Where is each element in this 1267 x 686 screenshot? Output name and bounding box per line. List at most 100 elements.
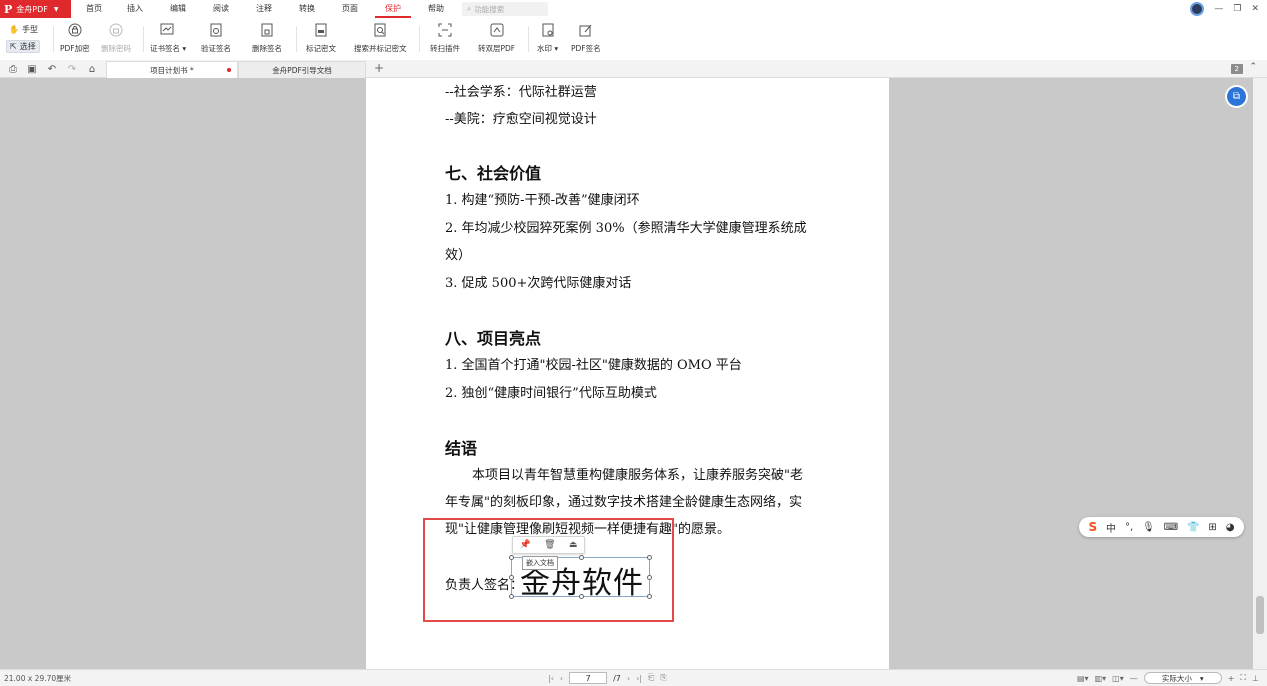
punctuation-icon[interactable]: °, <box>1125 522 1133 533</box>
resize-handle[interactable] <box>509 575 514 580</box>
menu-protect[interactable]: 保护 <box>375 0 411 18</box>
back-view-icon[interactable]: ⎗ <box>648 673 654 683</box>
pdf-page[interactable]: --社会学系：代际社群运营 --美院：疗愈空间视觉设计 七、社会价值 1. 构建… <box>366 78 889 669</box>
prev-page-icon[interactable]: ‹ <box>560 674 563 683</box>
save-icon[interactable]: ▣ <box>26 63 38 75</box>
function-search-input[interactable]: ⌕ 功能搜索 <box>462 2 548 16</box>
hand-tool-label: 手型 <box>21 25 38 34</box>
text-line: 年专属"的刻板印象，通过数字技术搭建全龄健康生态网络，实 <box>445 495 802 510</box>
menu-bar: P 金舟PDF ▼ 首页 插入 编辑 阅读 注释 转换 页面 保护 帮助 ⌕ 功… <box>0 0 1267 18</box>
resize-handle[interactable] <box>509 555 514 560</box>
watermark-button[interactable]: 水印 ▾ <box>537 22 558 54</box>
search-mark-redaction-button[interactable]: 搜索并标记密文 <box>354 22 407 54</box>
double-layer-icon <box>489 22 505 38</box>
menu-home[interactable]: 首页 <box>84 0 104 18</box>
keyboard-icon[interactable]: ⌨ <box>1164 522 1178 533</box>
app-logo-icon: P <box>4 2 13 16</box>
close-icon[interactable]: ✕ <box>1251 4 1259 14</box>
ime-mode-toggle[interactable]: 中 <box>1106 520 1116 535</box>
embed-document-icon[interactable]: ⏏ <box>569 540 578 550</box>
pdf-encrypt-button[interactable]: PDF加密 <box>60 22 90 54</box>
app-menu-button[interactable]: P 金舟PDF ▼ <box>0 0 71 18</box>
section-heading: 结语 <box>445 439 478 458</box>
forward-view-icon[interactable]: ⎘ <box>660 673 666 683</box>
pin-panel-icon[interactable]: ⊥ <box>1252 674 1259 683</box>
pdf-sign-button[interactable]: PDF签名 <box>571 22 601 54</box>
print-icon[interactable]: ⎙ <box>7 63 19 75</box>
zoom-out-icon[interactable]: — <box>1130 674 1138 683</box>
double-page-view-icon[interactable]: ◫▾ <box>1112 674 1124 683</box>
fullscreen-icon[interactable]: ⛶ <box>1240 673 1246 683</box>
menu-convert[interactable]: 转换 <box>297 0 317 18</box>
skin-icon[interactable]: 👕 <box>1187 522 1199 533</box>
microphone-icon[interactable]: 🎙 <box>1142 522 1155 533</box>
avatar[interactable] <box>1190 2 1205 16</box>
certificate-icon <box>160 22 176 38</box>
resize-handle[interactable] <box>647 555 652 560</box>
undo-icon[interactable]: ↶ <box>46 63 58 75</box>
zoom-in-icon[interactable]: + <box>1228 674 1235 683</box>
scrollbar-thumb[interactable] <box>1256 596 1264 634</box>
grid-menu-icon[interactable]: ⊞ <box>1208 522 1216 533</box>
next-page-icon[interactable]: › <box>627 674 630 683</box>
resize-handle[interactable] <box>579 594 584 599</box>
delete-signature-icon <box>259 22 275 38</box>
continuous-view-icon[interactable]: ▥▾ <box>1095 674 1107 683</box>
restore-icon[interactable]: ❐ <box>1233 4 1241 14</box>
double-layer-pdf-label: 转双层PDF <box>478 44 516 53</box>
ribbon-toolbar: ✋ 手型 ⇱ 选择 PDF加密 删除密码 证书签名 ▾ 验证签名 删除签名 标记… <box>0 18 1267 60</box>
verify-sign-button[interactable]: 验证签名 <box>201 22 231 54</box>
tab-count-badge[interactable]: 2 <box>1230 64 1243 74</box>
scan-icon <box>437 22 453 38</box>
delete-sign-button[interactable]: 删除签名 <box>252 22 282 54</box>
window-controls: — ❐ ✕ <box>1190 0 1259 18</box>
resize-handle[interactable] <box>579 555 584 560</box>
hand-tool[interactable]: ✋ 手型 <box>6 23 41 36</box>
single-page-view-icon[interactable]: ▤▾ <box>1077 674 1089 683</box>
ribbon-divider <box>419 26 420 52</box>
text-line: 2. 年均减少校园猝死案例 30%（参照清华大学健康管理系统成 <box>445 221 807 236</box>
remove-password-label: 删除密码 <box>101 44 131 53</box>
verify-signature-icon <box>208 22 224 38</box>
tab-guide-document[interactable]: 金舟PDF引导文档 <box>238 61 366 78</box>
signature-toolbar: 📌 🗑 ⏏ <box>512 536 585 554</box>
menu-insert[interactable]: 插入 <box>125 0 145 18</box>
minimize-icon[interactable]: — <box>1214 4 1223 14</box>
resize-handle[interactable] <box>647 594 652 599</box>
home-icon[interactable]: ⌂ <box>86 63 98 75</box>
double-layer-pdf-button[interactable]: 转双层PDF <box>478 22 515 54</box>
last-page-icon[interactable]: ›| <box>636 674 642 683</box>
scan-plugin-button[interactable]: 转扫插件 <box>430 22 460 54</box>
pen-sign-icon <box>578 22 594 38</box>
first-page-icon[interactable]: |‹ <box>548 674 554 683</box>
select-tool-label: 选择 <box>19 42 36 51</box>
menu-help[interactable]: 帮助 <box>426 0 446 18</box>
remove-password-button[interactable]: 删除密码 <box>101 22 131 54</box>
pin-icon[interactable]: 📌 <box>520 540 531 550</box>
app-name: 金舟PDF <box>16 4 48 14</box>
resize-handle[interactable] <box>647 575 652 580</box>
menu-edit[interactable]: 编辑 <box>168 0 188 18</box>
page-number-input[interactable]: 7 <box>569 672 608 684</box>
tab-guide-document-label: 金舟PDF引导文档 <box>272 65 332 75</box>
menu-read[interactable]: 阅读 <box>211 0 231 18</box>
document-viewport[interactable]: --社会学系：代际社群运营 --美院：疗愈空间视觉设计 七、社会价值 1. 构建… <box>0 78 1253 669</box>
menu-annotate[interactable]: 注释 <box>254 0 274 18</box>
page-size-readout: 21.00 x 29.70厘米 <box>4 674 72 683</box>
select-tool[interactable]: ⇱ 选择 <box>6 40 40 53</box>
more-icon[interactable]: ◕ <box>1226 522 1235 533</box>
hand-icon: ✋ <box>9 25 19 34</box>
vertical-scrollbar[interactable] <box>1253 78 1267 669</box>
mark-redaction-button[interactable]: 标记密文 <box>306 22 336 54</box>
resize-handle[interactable] <box>509 594 514 599</box>
add-tab-icon[interactable]: + <box>374 61 384 75</box>
redo-icon[interactable]: ↷ <box>66 63 78 75</box>
chevron-up-icon[interactable]: ⌃ <box>1249 62 1257 72</box>
zoom-select[interactable]: 实际大小 ▾ <box>1143 672 1222 684</box>
menu-page[interactable]: 页面 <box>340 0 360 18</box>
trash-icon[interactable]: 🗑 <box>544 540 555 550</box>
ime-logo-icon[interactable]: S <box>1088 520 1097 534</box>
certificate-sign-button[interactable]: 证书签名 ▾ <box>150 22 186 54</box>
floating-tool-icon[interactable]: ⧉ <box>1227 87 1246 106</box>
tab-project-plan[interactable]: 项目计划书 * <box>106 61 238 78</box>
